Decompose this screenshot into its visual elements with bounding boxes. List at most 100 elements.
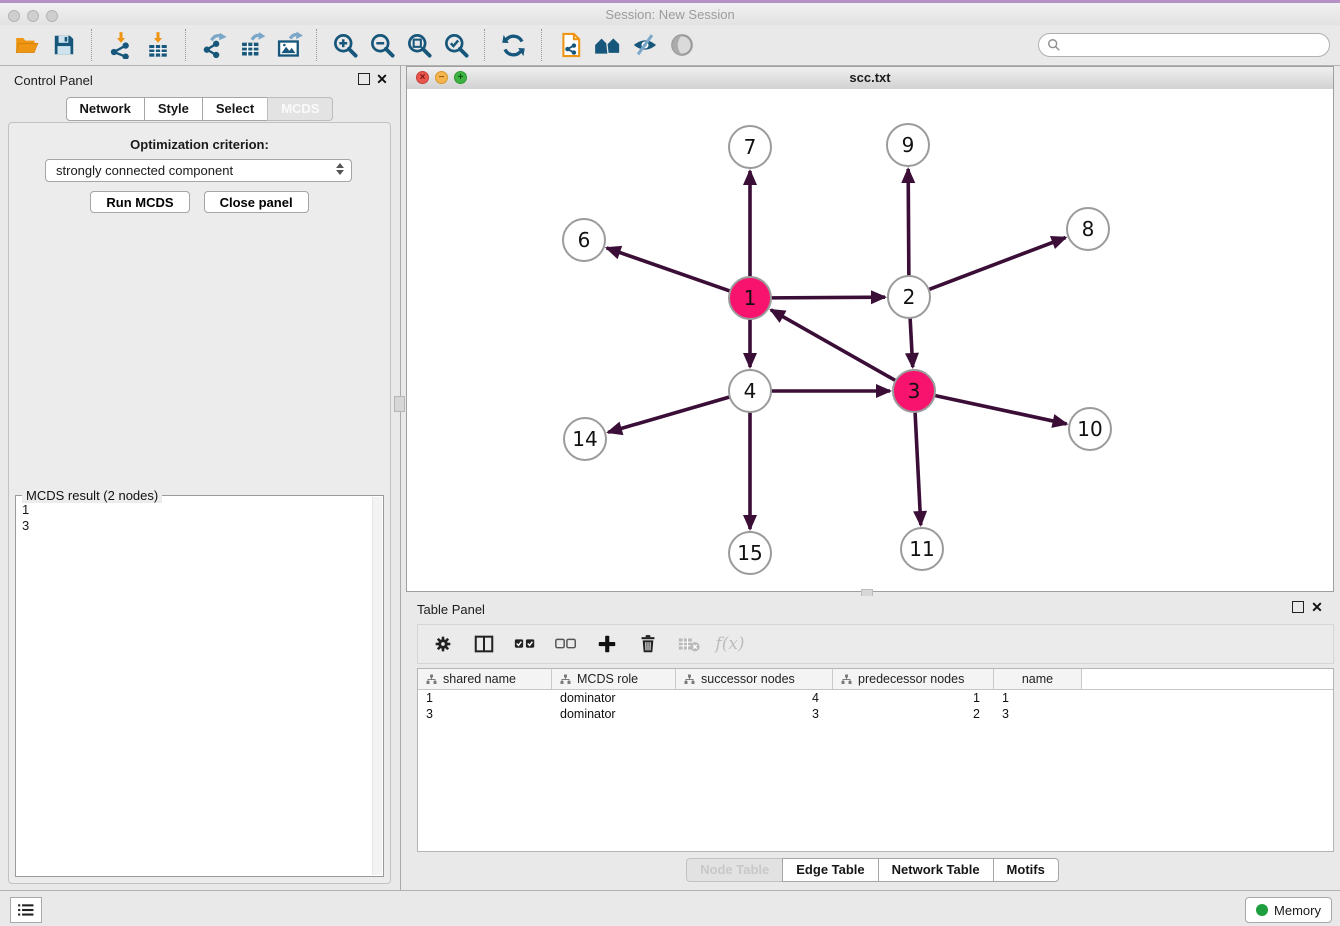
criterion-dropdown-value: strongly connected component: [56, 163, 233, 178]
control-panel-tabs: NetworkStyleSelectMCDS: [0, 97, 400, 121]
control-tab-network[interactable]: Network: [66, 97, 145, 121]
table-cell[interactable]: dominator: [552, 706, 676, 722]
edge-2-9[interactable]: [908, 169, 909, 277]
table-row[interactable]: 3dominator323: [418, 706, 1333, 722]
control-tab-select[interactable]: Select: [202, 97, 268, 121]
mcds-result-list[interactable]: 13: [16, 500, 371, 876]
table-cell[interactable]: 1: [994, 690, 1082, 706]
eye-disabled-icon: [669, 32, 695, 58]
table-cell[interactable]: 3: [994, 706, 1082, 722]
zoom-fit-button[interactable]: [401, 29, 438, 61]
export-image-icon: [275, 31, 303, 59]
network-window-titlebar[interactable]: × − + scc.txt: [407, 67, 1333, 90]
network-canvas[interactable]: 7968124314101511: [407, 89, 1333, 591]
apply-layout-button[interactable]: [495, 29, 532, 61]
close-panel-icon[interactable]: ✕: [376, 73, 388, 85]
edge-1-2[interactable]: [770, 297, 885, 298]
column-header-label: MCDS role: [577, 672, 638, 686]
network-minimize-button[interactable]: −: [435, 71, 448, 84]
trash-icon: [637, 633, 659, 655]
add-column-button[interactable]: [594, 631, 620, 657]
plus-icon: [596, 633, 618, 655]
zoom-selected-button[interactable]: [438, 29, 475, 61]
table-row[interactable]: 1dominator411: [418, 690, 1333, 706]
export-image-button[interactable]: [270, 29, 307, 61]
import-table-button[interactable]: [139, 29, 176, 61]
show-graphics-details-button[interactable]: [663, 29, 700, 61]
zoom-out-button[interactable]: [364, 29, 401, 61]
select-all-button[interactable]: [512, 631, 538, 657]
function-builder-button[interactable]: f(x): [717, 631, 743, 657]
search-input[interactable]: [1065, 35, 1329, 55]
table-cell[interactable]: 2: [833, 706, 994, 722]
export-network-button[interactable]: [196, 29, 233, 61]
table-cell[interactable]: dominator: [552, 690, 676, 706]
network-maximize-button[interactable]: +: [454, 71, 467, 84]
table-tab-edge-table[interactable]: Edge Table: [782, 858, 878, 882]
table-tab-node-table[interactable]: Node Table: [686, 858, 783, 882]
edge-2-8[interactable]: [928, 238, 1066, 290]
result-scrollbar[interactable]: [372, 497, 382, 875]
first-neighbors-button[interactable]: [589, 29, 626, 61]
table-settings-button[interactable]: [430, 631, 456, 657]
edge-3-1[interactable]: [771, 310, 897, 381]
table-cell[interactable]: 1: [833, 690, 994, 706]
delete-table-button[interactable]: [676, 631, 702, 657]
column-header-3[interactable]: predecessor nodes: [833, 669, 994, 689]
close-table-panel-icon[interactable]: ✕: [1311, 601, 1323, 613]
main-titlebar: Session: New Session: [0, 3, 1340, 25]
control-tab-style[interactable]: Style: [144, 97, 203, 121]
table-tab-network-table[interactable]: Network Table: [878, 858, 994, 882]
split-view-button[interactable]: [471, 631, 497, 657]
edge-4-14[interactable]: [608, 397, 731, 433]
control-tab-mcds[interactable]: MCDS: [267, 97, 333, 121]
edge-3-11[interactable]: [915, 411, 921, 525]
import-network-button[interactable]: [102, 29, 139, 61]
float-panel-icon[interactable]: [358, 73, 370, 85]
open-session-button[interactable]: [8, 29, 45, 61]
dropdown-arrows-icon: [336, 163, 344, 175]
column-header-1[interactable]: MCDS role: [552, 669, 676, 689]
criterion-dropdown[interactable]: strongly connected component: [45, 159, 352, 182]
export-table-button[interactable]: [233, 29, 270, 61]
toolbar-separator: [91, 29, 93, 61]
vertical-splitter-handle[interactable]: [394, 396, 405, 412]
delete-column-button[interactable]: [635, 631, 661, 657]
gear-icon: [432, 633, 454, 655]
table-cell[interactable]: 1: [418, 690, 552, 706]
import-network-icon: [107, 31, 135, 59]
column-header-0[interactable]: shared name: [418, 669, 552, 689]
run-mcds-button[interactable]: Run MCDS: [90, 191, 189, 213]
split-columns-icon: [473, 633, 495, 655]
save-session-button[interactable]: [45, 29, 82, 61]
table-cell[interactable]: 3: [418, 706, 552, 722]
network-from-selection-button[interactable]: [552, 29, 589, 61]
network-view-window: × − + scc.txt 7968124314101511: [406, 66, 1334, 592]
refresh-layout-icon: [500, 32, 527, 59]
edge-2-3[interactable]: [910, 317, 913, 367]
node-label-7: 7: [744, 135, 757, 159]
network-close-button[interactable]: ×: [416, 71, 429, 84]
toolbar-separator: [185, 29, 187, 61]
table-tab-motifs[interactable]: Motifs: [993, 858, 1059, 882]
edge-3-10[interactable]: [934, 395, 1067, 424]
column-type-icon: [684, 674, 695, 685]
task-history-button[interactable]: [10, 897, 42, 923]
table-cell[interactable]: 3: [676, 706, 833, 722]
table-cell[interactable]: 4: [676, 690, 833, 706]
search-box[interactable]: [1038, 33, 1330, 57]
float-table-panel-icon[interactable]: [1292, 601, 1304, 613]
column-header-4[interactable]: name: [994, 669, 1082, 689]
node-label-15: 15: [737, 541, 762, 565]
hide-graphics-details-button[interactable]: [626, 29, 663, 61]
zoom-in-button[interactable]: [327, 29, 364, 61]
memory-button[interactable]: Memory: [1245, 897, 1332, 923]
column-header-2[interactable]: successor nodes: [676, 669, 833, 689]
eye-slash-icon: [631, 31, 659, 59]
edge-1-6[interactable]: [607, 248, 731, 291]
close-panel-button[interactable]: Close panel: [204, 191, 309, 213]
deselect-all-button[interactable]: [553, 631, 579, 657]
open-folder-icon: [13, 32, 41, 58]
mcds-result-line: 3: [22, 518, 365, 534]
optimization-criterion-label: Optimization criterion:: [9, 137, 390, 152]
